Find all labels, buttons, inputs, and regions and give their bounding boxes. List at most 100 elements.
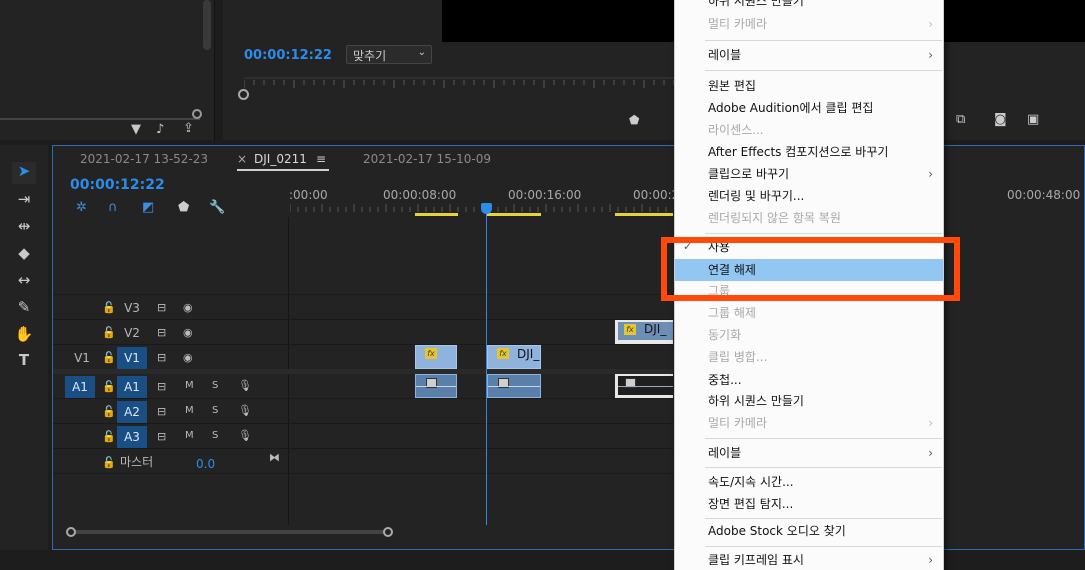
tab-sequence-3[interactable]: 2021-02-17 15-10-09 — [363, 152, 491, 166]
monitor-timecode[interactable]: 00:00:12:22 — [244, 48, 332, 63]
razor-tool-icon[interactable]: ◆ — [12, 244, 36, 266]
menu-item-license[interactable]: 라이센스... — [675, 119, 943, 141]
hand-tool-icon[interactable]: ✋ — [12, 325, 36, 347]
menu-item-replace-with-ae[interactable]: After Effects 컴포지션으로 바꾸기 — [675, 141, 943, 163]
source-patch-a1[interactable]: A1 — [65, 376, 95, 398]
sync-lock-icon[interactable]: ⊟ — [157, 301, 166, 314]
fit-select[interactable]: 맞추기 ⌄ — [346, 45, 432, 64]
slip-tool-icon[interactable]: ↔ — [12, 271, 36, 293]
sync-lock-icon[interactable]: ⊟ — [157, 380, 166, 393]
menu-item-multicamera[interactable]: 멀티 카메라 › — [675, 13, 943, 35]
type-tool-icon[interactable]: T — [12, 351, 36, 373]
menu-item-make-subsequence[interactable]: 하위 시퀀스 만들기 — [675, 390, 943, 412]
microphone-icon[interactable]: 🎙 — [238, 404, 252, 417]
scroll-handle-left[interactable] — [66, 527, 76, 537]
track-name-a1[interactable]: A1 — [117, 376, 147, 398]
menu-item-make-subsequence[interactable]: 하위 시퀀스 만들기 — [675, 0, 943, 12]
menu-item-ungroup[interactable]: 그룹 해제 — [675, 302, 943, 324]
ripple-edit-tool-icon[interactable]: ⇹ — [12, 217, 36, 239]
menu-item-restore-unrendered[interactable]: 렌더링되지 않은 항목 복원 — [675, 207, 943, 229]
project-zoom-slider[interactable] — [0, 118, 200, 120]
source-patch-v1[interactable]: V1 — [67, 347, 97, 369]
timeline-scrollbar[interactable] — [70, 530, 390, 534]
lock-icon[interactable]: 🔓 — [102, 301, 116, 314]
lock-icon[interactable]: 🔓 — [102, 456, 116, 469]
lock-icon[interactable]: 🔓 — [102, 405, 116, 418]
sequence-timecode[interactable]: 00:00:12:22 — [70, 177, 165, 193]
eye-icon[interactable]: ◉ — [183, 301, 193, 314]
track-divider — [53, 473, 673, 474]
lock-icon[interactable]: 🔓 — [102, 430, 116, 443]
nest-toggle-icon[interactable]: ✲ — [76, 200, 87, 215]
lock-icon[interactable]: 🔓 — [102, 380, 116, 393]
compare-icon[interactable]: ⧉ — [956, 112, 965, 127]
tab-sequence-1[interactable]: 2021-02-17 13-52-23 — [80, 152, 208, 166]
menu-item-edit-in-audition[interactable]: Adobe Audition에서 클립 편집 — [675, 97, 943, 119]
eye-icon[interactable]: ◉ — [183, 326, 193, 339]
track-name-a2[interactable]: A2 — [117, 401, 147, 423]
menu-item-label-submenu[interactable]: 레이블 › — [675, 442, 943, 464]
eye-icon[interactable]: ◉ — [183, 351, 193, 364]
menu-item-replace-with-clip[interactable]: 클립으로 바꾸기 › — [675, 163, 943, 185]
menu-item-speed-duration[interactable]: 속도/지속 시간... — [675, 471, 943, 493]
linked-selection-icon[interactable]: ◩ — [142, 200, 154, 215]
video-clip[interactable]: fx DJI_ — [487, 345, 541, 369]
sync-lock-icon[interactable]: ⊟ — [157, 430, 166, 443]
button-editor-icon[interactable]: ▣ — [1027, 112, 1039, 127]
menu-item-show-clip-keyframes[interactable]: 클립 키프레임 표시 › — [675, 549, 943, 570]
video-clip[interactable]: fx — [415, 345, 457, 369]
menu-item-edit-original[interactable]: 원본 편집 — [675, 75, 943, 97]
solo-button[interactable]: S — [212, 380, 218, 391]
master-volume-value[interactable]: 0.0 — [196, 457, 215, 471]
menu-item-render-and-replace[interactable]: 렌더링 및 바꾸기... — [675, 185, 943, 207]
sync-lock-icon[interactable]: ⊟ — [157, 351, 166, 364]
sync-lock-icon[interactable]: ⊟ — [157, 326, 166, 339]
add-marker-icon[interactable]: ⬟ — [178, 200, 189, 215]
export-icon[interactable]: ⇪ — [183, 121, 194, 136]
lock-icon[interactable]: 🔓 — [102, 351, 116, 364]
track-name-a3[interactable]: A3 — [117, 426, 147, 448]
audio-clip[interactable] — [415, 374, 457, 398]
panel-menu-icon[interactable]: ≡ — [316, 152, 326, 166]
microphone-icon[interactable]: 🎙 — [238, 379, 252, 392]
menu-item-adobe-stock-audio[interactable]: Adobe Stock 오디오 찾기 — [675, 520, 943, 542]
monitor-ruler[interactable] — [244, 76, 684, 94]
microphone-icon[interactable]: 🎙 — [238, 429, 252, 442]
go-to-end-icon[interactable]: ⧓ — [269, 451, 280, 464]
filter-icon[interactable]: ▼ — [131, 122, 141, 137]
menu-item-nest[interactable]: 중첩... — [675, 369, 943, 391]
wrench-icon[interactable]: 🔧 — [209, 200, 225, 215]
snap-icon[interactable]: ∩ — [108, 200, 118, 215]
track-name-v2[interactable]: V2 — [117, 322, 147, 344]
selection-tool-icon[interactable]: ➤ — [12, 162, 36, 184]
audio-clip[interactable] — [487, 374, 541, 398]
mute-button[interactable]: M — [185, 430, 194, 441]
monitor-zoom-knob[interactable] — [238, 89, 249, 100]
audio-clip-selected[interactable] — [615, 374, 673, 398]
solo-button[interactable]: S — [212, 405, 218, 416]
camera-icon[interactable]: ◙ — [994, 112, 1007, 127]
menu-item-label-submenu[interactable]: 레이블 › — [675, 44, 943, 66]
tab-sequence-active[interactable]: DJI_0211 — [254, 152, 307, 166]
lock-icon[interactable]: 🔓 — [102, 326, 116, 339]
mute-button[interactable]: M — [185, 405, 194, 416]
video-clip-selected[interactable]: fx DJI_ — [615, 320, 673, 344]
project-zoom-knob[interactable] — [192, 109, 202, 119]
menu-item-scene-edit-detection[interactable]: 장면 편집 탐지... — [675, 493, 943, 515]
music-icon[interactable]: ♪ — [156, 122, 164, 137]
pen-tool-icon[interactable]: ✎ — [12, 298, 36, 320]
track-name-v3[interactable]: V3 — [117, 297, 147, 319]
mute-button[interactable]: M — [185, 380, 194, 391]
menu-item-merge-clips[interactable]: 클립 병합... — [675, 346, 943, 368]
project-scrollbar[interactable] — [203, 0, 211, 50]
menu-item-multicamera[interactable]: 멀티 카메라 › — [675, 412, 943, 434]
menu-item-synchronize[interactable]: 동기화 — [675, 324, 943, 346]
av-divider[interactable] — [53, 369, 673, 374]
marker-icon[interactable]: ⬟ — [629, 113, 639, 127]
sync-lock-icon[interactable]: ⊟ — [157, 405, 166, 418]
solo-button[interactable]: S — [212, 430, 218, 441]
track-select-tool-icon[interactable]: ⇥ — [12, 190, 36, 212]
scroll-handle-right[interactable] — [383, 527, 393, 537]
close-icon[interactable]: × — [237, 152, 247, 166]
track-name-v1[interactable]: V1 — [117, 347, 147, 369]
